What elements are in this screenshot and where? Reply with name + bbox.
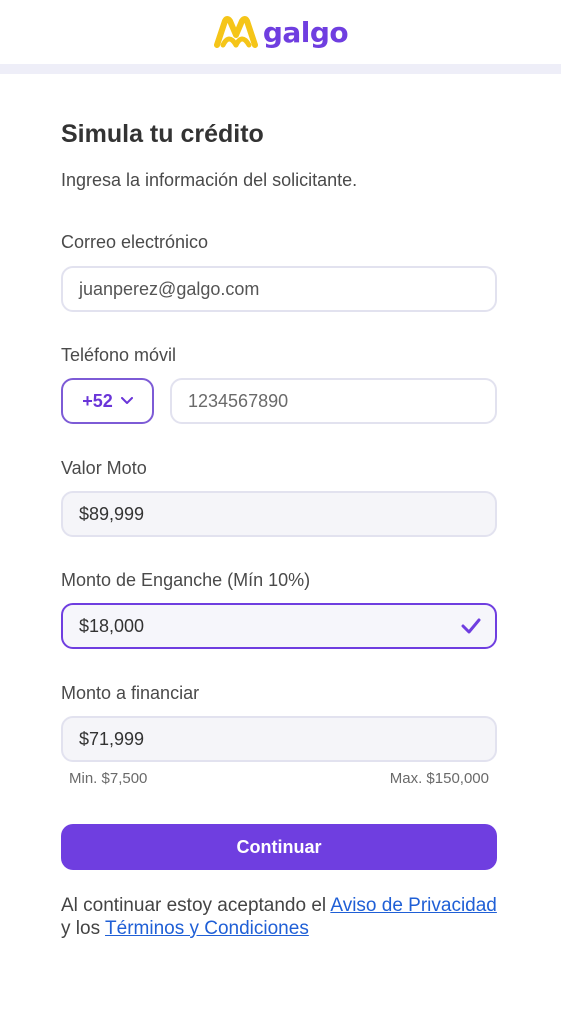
terms-link[interactable]: Términos y Condiciones bbox=[105, 918, 309, 939]
moto-value-label: Valor Moto bbox=[61, 458, 147, 478]
moto-value-value: $89,999 bbox=[79, 503, 145, 524]
chevron-down-icon bbox=[120, 397, 133, 404]
phone-label: Teléfono móvil bbox=[61, 345, 177, 365]
down-payment-label: Monto de Enganche (Mín 10%) bbox=[61, 570, 311, 590]
country-code-select[interactable]: +52 bbox=[61, 378, 154, 424]
email-field[interactable]: juanperez@galgo.com bbox=[61, 266, 497, 312]
legal-text: Al continuar estoy aceptando el Aviso de… bbox=[61, 894, 511, 940]
phone-placeholder: 1234567890 bbox=[188, 390, 289, 411]
page-subtitle: Ingresa la información del solicitante. bbox=[61, 170, 358, 190]
finance-amount-value: $71,999 bbox=[79, 728, 145, 749]
app-header: galgo bbox=[0, 0, 561, 64]
finance-amount-label: Monto a financiar bbox=[61, 683, 200, 703]
email-label: Correo electrónico bbox=[61, 232, 209, 252]
moto-value-field[interactable]: $89,999 bbox=[61, 491, 497, 537]
country-code-value: +52 bbox=[82, 390, 113, 411]
header-divider bbox=[0, 64, 561, 74]
email-placeholder: juanperez@galgo.com bbox=[79, 278, 260, 299]
legal-prefix: Al continuar estoy aceptando el bbox=[61, 895, 331, 916]
checkmark-icon bbox=[461, 618, 481, 634]
down-payment-field[interactable]: $18,000 bbox=[61, 603, 497, 649]
page-title: Simula tu crédito bbox=[61, 120, 264, 148]
legal-middle: y los bbox=[61, 918, 106, 939]
galgo-logo-mark-icon bbox=[213, 16, 258, 48]
down-payment-value: $18,000 bbox=[79, 615, 145, 636]
brand-name: galgo bbox=[262, 15, 349, 49]
continue-button[interactable]: Continuar bbox=[61, 824, 497, 870]
finance-max-hint: Max. $150,000 bbox=[389, 770, 489, 787]
phone-field[interactable]: 1234567890 bbox=[170, 378, 497, 424]
finance-min-hint: Min. $7,500 bbox=[69, 770, 148, 787]
finance-amount-field[interactable]: $71,999 bbox=[61, 716, 497, 762]
galgo-logo[interactable]: galgo bbox=[213, 15, 349, 49]
privacy-notice-link[interactable]: Aviso de Privacidad bbox=[330, 895, 497, 916]
